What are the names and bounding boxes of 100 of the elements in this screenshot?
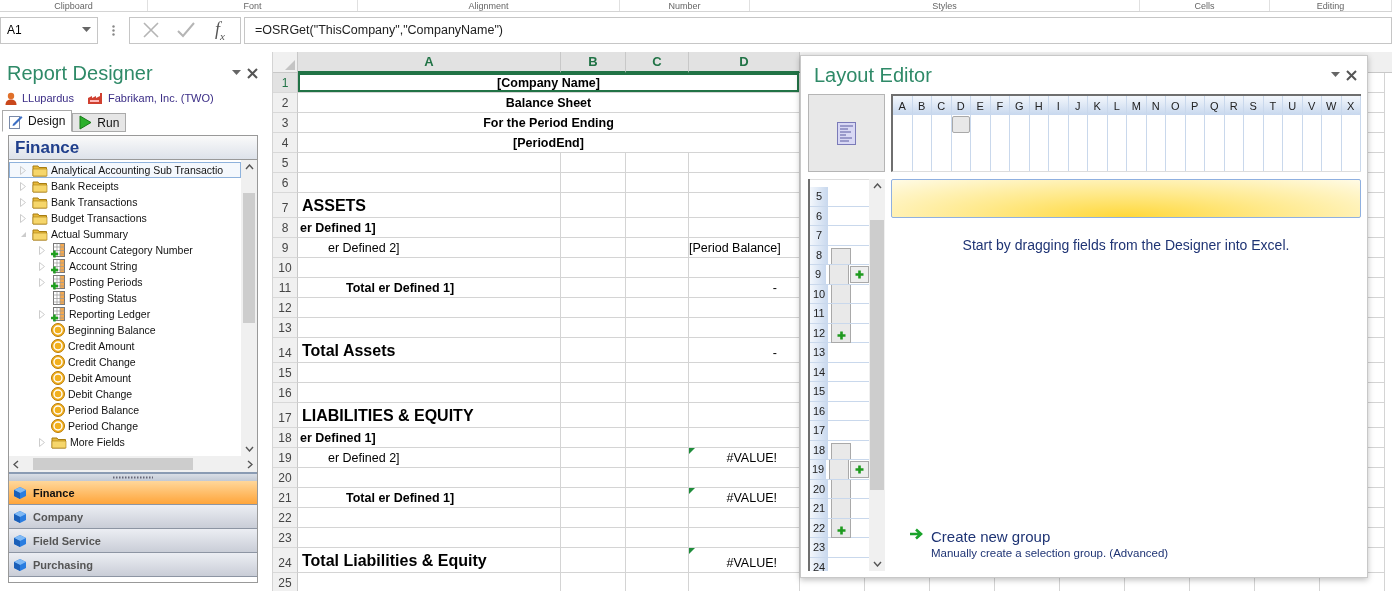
sheet-cell[interactable]: er Defined 2] (298, 238, 561, 258)
collapsed-arrow-icon[interactable] (20, 181, 26, 191)
collapsed-arrow-icon[interactable] (20, 165, 26, 175)
tree-item[interactable]: Period Change (9, 418, 241, 434)
row-header[interactable]: 22 (273, 508, 298, 528)
empty-cell[interactable] (626, 488, 689, 508)
tree-item[interactable]: Debit Change (9, 386, 241, 402)
empty-cell[interactable] (561, 278, 626, 298)
check-icon[interactable] (177, 22, 196, 38)
row-header[interactable]: 6 (273, 173, 298, 193)
tree-item[interactable]: Debit Amount (9, 370, 241, 386)
empty-cell[interactable] (561, 428, 626, 448)
empty-cell[interactable] (561, 448, 626, 468)
nav-button[interactable]: Field Service (9, 529, 257, 553)
empty-cell[interactable] (561, 403, 626, 428)
empty-cell[interactable] (561, 258, 626, 278)
nav-button[interactable]: Purchasing (9, 553, 257, 577)
sheet-cell[interactable]: For the Period Ending (298, 113, 800, 133)
empty-cell[interactable] (561, 318, 626, 338)
collapsed-arrow-icon[interactable] (39, 261, 45, 271)
empty-cell[interactable] (561, 548, 626, 573)
vertical-scrollbar[interactable] (869, 179, 885, 571)
column-header[interactable]: D (689, 52, 800, 73)
select-all-corner[interactable] (273, 52, 298, 73)
empty-cell[interactable] (626, 278, 689, 298)
row-header[interactable]: 3 (273, 113, 298, 133)
empty-cell[interactable] (561, 338, 626, 363)
collapsed-arrow-icon[interactable] (39, 437, 45, 447)
empty-cell[interactable] (561, 363, 626, 383)
row-header[interactable]: 20 (273, 468, 298, 488)
tree-item[interactable]: Credit Change (9, 354, 241, 370)
empty-cell[interactable] (561, 218, 626, 238)
empty-cell[interactable] (561, 153, 626, 173)
tree-item[interactable]: Beginning Balance (9, 322, 241, 338)
sheet-cell[interactable]: Total Assets (298, 338, 561, 363)
empty-cell[interactable] (561, 238, 626, 258)
group-bar-segment[interactable] (831, 247, 851, 264)
sheet-cell[interactable]: [Company Name] (298, 73, 800, 93)
group-bar-segment[interactable] (831, 442, 851, 459)
row-header[interactable]: 1 (273, 73, 298, 93)
name-box[interactable]: A1 (0, 16, 98, 44)
row-header[interactable]: 16 (273, 383, 298, 403)
sheet-cell[interactable]: [PeriodEnd] (298, 133, 800, 153)
tree-item[interactable]: More Fields (9, 434, 241, 450)
cancel-icon[interactable] (143, 22, 159, 38)
row-header[interactable]: 25 (273, 573, 298, 591)
empty-cell[interactable] (626, 528, 689, 548)
row-header[interactable]: 9 (273, 238, 298, 258)
empty-cell[interactable] (626, 298, 689, 318)
expanded-arrow-icon[interactable] (19, 230, 27, 238)
empty-cell[interactable] (561, 488, 626, 508)
add-button[interactable] (849, 461, 869, 478)
sheet-cell[interactable]: Balance Sheet (298, 93, 800, 113)
collapsed-arrow-icon[interactable] (39, 277, 45, 287)
row-header[interactable]: 11 (273, 278, 298, 298)
nav-button[interactable]: Finance (9, 481, 257, 505)
empty-cell[interactable] (561, 528, 626, 548)
formula-field[interactable]: =OSRGet("ThisCompany","CompanyName") (244, 16, 1392, 44)
empty-cell[interactable] (626, 193, 689, 218)
row-header[interactable]: 24 (273, 548, 298, 573)
empty-cell[interactable] (626, 468, 689, 488)
empty-cell[interactable] (626, 403, 689, 428)
scroll-down-icon[interactable] (872, 561, 882, 567)
sheet-cell[interactable]: er Defined 2] (298, 448, 561, 468)
tree-item[interactable]: Actual Summary (9, 226, 241, 242)
document-button[interactable] (808, 94, 885, 172)
scroll-left-icon[interactable] (13, 459, 19, 469)
tree-item[interactable]: Bank Receipts (9, 178, 241, 194)
sheet-cell[interactable]: Total er Defined 1] (298, 488, 561, 508)
row-header[interactable]: 12 (273, 298, 298, 318)
column-header[interactable]: A (298, 52, 561, 73)
splitter-handle[interactable] (9, 472, 257, 481)
tree-item[interactable]: Period Balance (9, 402, 241, 418)
tree-item[interactable]: Posting Status (9, 290, 241, 306)
group-bar-segment[interactable] (831, 323, 851, 343)
scroll-up-icon[interactable] (244, 164, 254, 170)
group-bar-segment[interactable] (831, 518, 851, 538)
sheet-cell[interactable]: Total er Defined 1] (298, 278, 561, 298)
horizontal-scrollbar[interactable] (9, 456, 257, 472)
create-group-link[interactable]: Create new group (931, 528, 1169, 545)
collapsed-arrow-icon[interactable] (39, 309, 45, 319)
close-icon[interactable] (1346, 69, 1357, 81)
empty-cell[interactable] (626, 153, 689, 173)
tree-item[interactable]: Analytical Accounting Sub Transactio (9, 162, 241, 178)
sheet-cell[interactable]: Total Liabilities & Equity (298, 548, 561, 573)
group-bar-segment[interactable] (831, 304, 851, 323)
row-header[interactable]: 4 (273, 133, 298, 153)
empty-cell[interactable] (626, 363, 689, 383)
tree-item[interactable]: Budget Transactions (9, 210, 241, 226)
dropdown-icon[interactable] (82, 27, 91, 33)
tree-item[interactable]: Reporting Ledger (9, 306, 241, 322)
row-header[interactable]: 8 (273, 218, 298, 238)
collapsed-arrow-icon[interactable] (20, 213, 26, 223)
empty-cell[interactable] (626, 238, 689, 258)
tree-item[interactable]: Account String (9, 258, 241, 274)
empty-cell[interactable] (561, 298, 626, 318)
tree-item[interactable]: Account Category Number (9, 242, 241, 258)
vertical-scrollbar[interactable] (241, 160, 257, 456)
tab[interactable]: Run (72, 113, 127, 132)
add-button[interactable] (849, 266, 869, 283)
